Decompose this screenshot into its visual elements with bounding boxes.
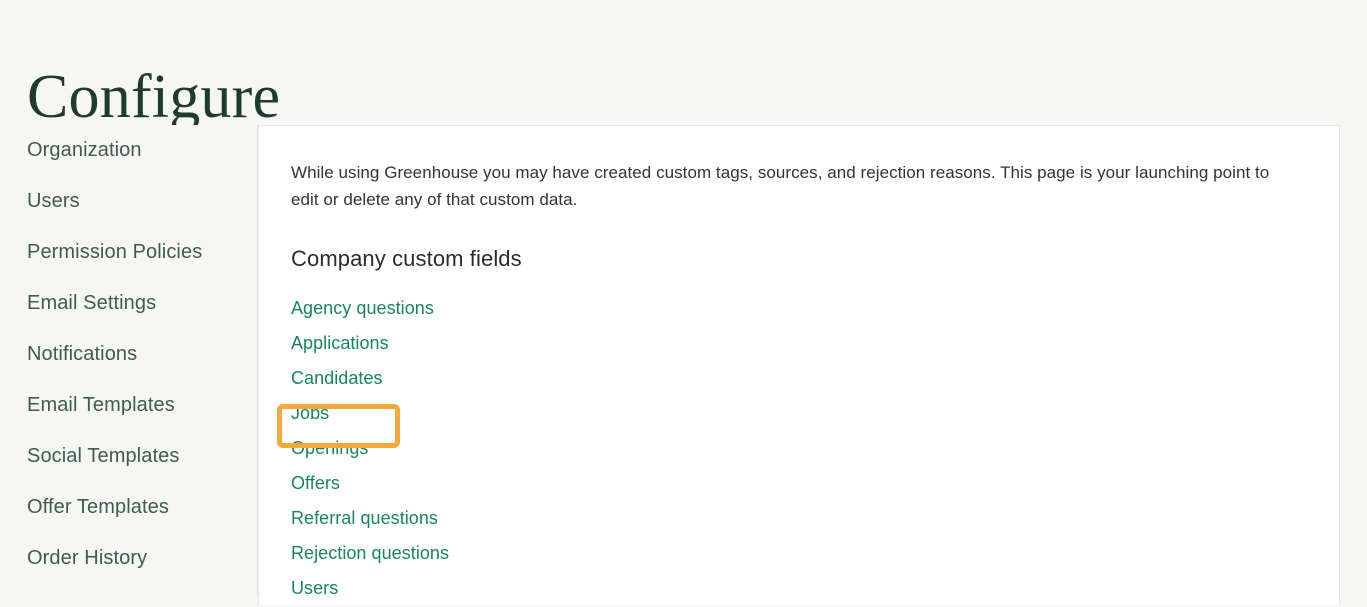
page-title: Configure: [27, 62, 281, 131]
list-item: Agency questions: [291, 291, 1307, 326]
sidebar-item-offer-templates[interactable]: Offer Templates: [0, 482, 257, 533]
sidebar-item-label: Email Templates: [27, 394, 175, 416]
custom-field-link-offers[interactable]: Offers: [291, 473, 340, 493]
sidebar-item-label: Notifications: [27, 343, 138, 365]
custom-field-link-jobs[interactable]: Jobs: [291, 403, 329, 423]
sidebar-item-notifications[interactable]: Notifications: [0, 329, 257, 380]
list-item: Openings: [291, 431, 1307, 466]
custom-field-link-candidates[interactable]: Candidates: [291, 368, 383, 388]
sidebar-item-email-settings[interactable]: Email Settings: [0, 278, 257, 329]
custom-field-link-agency-questions[interactable]: Agency questions: [291, 298, 434, 318]
sidebar-item-order-history[interactable]: Order History: [0, 533, 257, 584]
custom-field-link-applications[interactable]: Applications: [291, 333, 389, 353]
custom-fields-list: Agency questions Applications Candidates…: [291, 291, 1307, 606]
sidebar-item-label: Users: [27, 190, 80, 212]
sidebar-list: Organization Users Permission Policies E…: [0, 125, 257, 584]
sidebar-item-label: Email Settings: [27, 292, 157, 314]
custom-field-link-referral-questions[interactable]: Referral questions: [291, 508, 438, 528]
sidebar-item-organization[interactable]: Organization: [0, 125, 257, 176]
intro-paragraph: While using Greenhouse you may have crea…: [291, 163, 1270, 209]
sidebar-item-permission-policies[interactable]: Permission Policies: [0, 227, 257, 278]
sidebar-item-label: Social Templates: [27, 445, 180, 467]
sidebar-item-label: Organization: [27, 139, 142, 161]
configure-page: Configure Organization Users Permission …: [0, 0, 1367, 605]
custom-field-link-openings[interactable]: Openings: [291, 438, 368, 458]
sidebar-item-label: Permission Policies: [27, 241, 203, 263]
list-item: Rejection questions: [291, 536, 1307, 571]
sidebar-item-label: Offer Templates: [27, 496, 169, 518]
custom-field-link-rejection-questions[interactable]: Rejection questions: [291, 543, 449, 563]
sidebar-item-social-templates[interactable]: Social Templates: [0, 431, 257, 482]
section-heading-company-custom-fields: Company custom fields: [291, 246, 522, 271]
list-item: Referral questions: [291, 501, 1307, 536]
settings-sidebar: Organization Users Permission Policies E…: [0, 125, 258, 596]
list-item: Applications: [291, 326, 1307, 361]
list-item: Users: [291, 571, 1307, 606]
sidebar-item-email-templates[interactable]: Email Templates: [0, 380, 257, 431]
custom-options-panel: While using Greenhouse you may have crea…: [258, 125, 1340, 605]
panel-content: While using Greenhouse you may have crea…: [259, 126, 1339, 606]
list-item: Offers: [291, 466, 1307, 501]
list-item: Candidates: [291, 361, 1307, 396]
sidebar-item-users[interactable]: Users: [0, 176, 257, 227]
sidebar-item-label: Order History: [27, 547, 148, 569]
custom-field-link-users[interactable]: Users: [291, 578, 338, 598]
list-item: Jobs: [291, 396, 1307, 431]
